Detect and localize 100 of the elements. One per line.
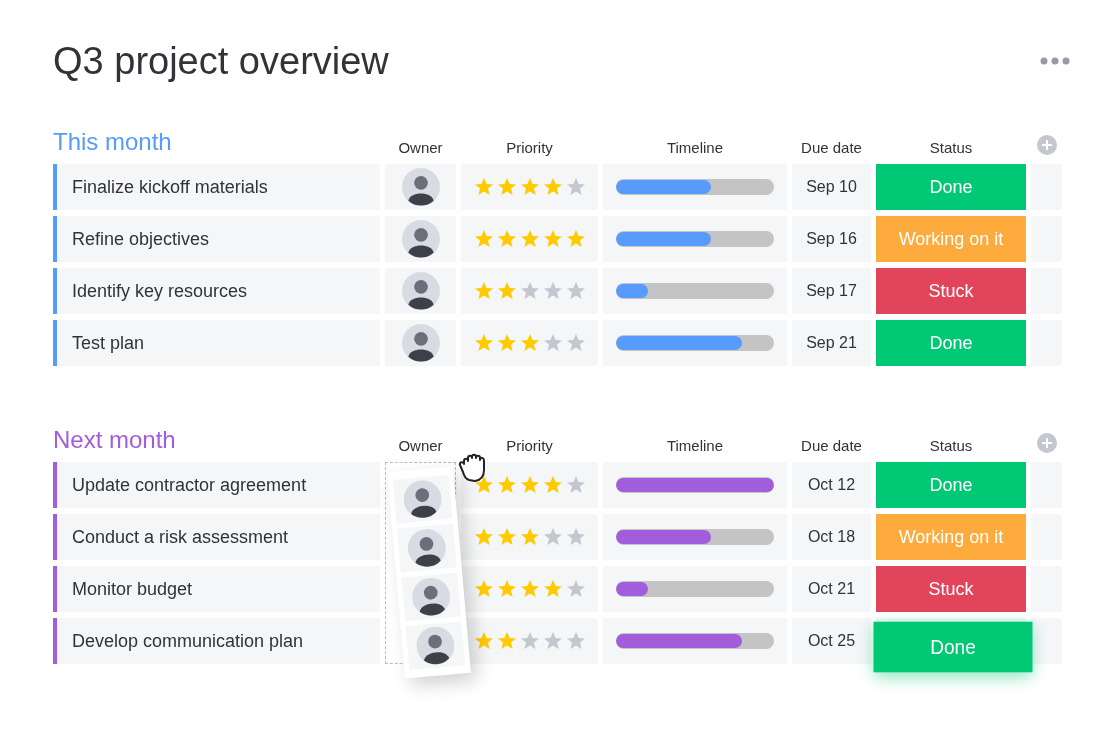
task-name[interactable]: Develop communication plan <box>53 618 380 664</box>
star-icon <box>496 579 517 599</box>
star-rating[interactable] <box>473 281 586 301</box>
task-name[interactable]: Identify key resources <box>53 268 380 314</box>
star-icon <box>496 631 517 651</box>
star-icon <box>565 281 586 301</box>
star-rating[interactable] <box>473 527 586 547</box>
star-icon <box>519 631 540 651</box>
status-label[interactable]: Stuck <box>876 268 1026 314</box>
star-icon <box>496 229 517 249</box>
avatar-icon <box>401 220 440 258</box>
column-header: Status <box>928 139 974 158</box>
due-date[interactable]: Sep 16 <box>792 216 871 262</box>
star-icon <box>519 229 540 249</box>
avatar-icon <box>401 168 440 206</box>
star-icon <box>519 281 540 301</box>
star-rating[interactable] <box>473 475 586 495</box>
owner-cell[interactable] <box>385 268 456 314</box>
owner-cell[interactable] <box>385 320 456 366</box>
star-icon <box>542 475 563 495</box>
column-header: Timeline <box>665 139 725 158</box>
due-date[interactable]: Oct 21 <box>792 566 871 612</box>
star-icon <box>496 333 517 353</box>
star-icon <box>473 579 494 599</box>
star-icon <box>565 475 586 495</box>
add-column-icon[interactable] <box>1036 135 1057 155</box>
column-header: Due date <box>800 139 863 158</box>
timeline-bar[interactable] <box>616 283 774 299</box>
star-icon <box>473 229 494 249</box>
avatar-icon <box>406 527 448 569</box>
star-icon <box>519 475 540 495</box>
due-date[interactable]: Sep 21 <box>792 320 871 366</box>
star-icon <box>565 527 586 547</box>
due-date[interactable]: Oct 12 <box>792 462 871 508</box>
star-rating[interactable] <box>473 631 586 651</box>
empty-cell[interactable] <box>1031 618 1062 664</box>
star-icon <box>542 177 563 197</box>
task-name[interactable]: Finalize kickoff materials <box>53 164 380 210</box>
group-title[interactable]: Next month <box>53 426 380 456</box>
star-rating[interactable] <box>473 229 586 249</box>
star-rating[interactable] <box>473 579 586 599</box>
due-date[interactable]: Oct 18 <box>792 514 871 560</box>
column-header: Priority <box>505 139 554 158</box>
timeline-bar[interactable] <box>616 179 774 195</box>
star-icon <box>542 527 563 547</box>
star-icon <box>542 333 563 353</box>
star-icon <box>473 631 494 651</box>
star-icon <box>565 177 586 197</box>
column-header: Owner <box>397 437 444 456</box>
task-name[interactable]: Monitor budget <box>53 566 380 612</box>
timeline-bar[interactable] <box>616 335 774 351</box>
avatar-icon <box>401 324 440 362</box>
timeline-bar[interactable] <box>616 231 774 247</box>
timeline-bar[interactable] <box>616 529 774 545</box>
star-icon <box>473 475 494 495</box>
star-icon <box>519 177 540 197</box>
timeline-bar[interactable] <box>616 633 774 649</box>
star-icon <box>496 475 517 495</box>
avatar-icon <box>401 272 440 310</box>
column-header: Status <box>928 437 974 456</box>
page-title: Q3 project overview <box>53 39 389 83</box>
star-rating[interactable] <box>473 333 586 353</box>
star-icon <box>473 333 494 353</box>
star-icon <box>519 579 540 599</box>
task-name[interactable]: Refine objectives <box>53 216 380 262</box>
star-rating[interactable] <box>473 177 586 197</box>
more-icon[interactable] <box>1040 57 1070 65</box>
timeline-bar[interactable] <box>616 581 774 597</box>
task-name[interactable]: Update contractor agreement <box>53 462 380 508</box>
star-icon <box>565 229 586 249</box>
star-icon <box>542 229 563 249</box>
avatar-icon <box>414 625 456 667</box>
column-header: Due date <box>800 437 863 456</box>
dragged-owner-column[interactable] <box>387 466 471 679</box>
star-icon <box>496 177 517 197</box>
task-name[interactable]: Test plan <box>53 320 380 366</box>
avatar-icon <box>402 478 444 520</box>
star-icon <box>496 527 517 547</box>
star-icon <box>542 281 563 301</box>
due-date[interactable]: Sep 10 <box>792 164 871 210</box>
star-icon <box>565 579 586 599</box>
column-header: Owner <box>397 139 444 158</box>
star-icon <box>496 281 517 301</box>
star-icon <box>519 333 540 353</box>
column-header: Priority <box>505 437 554 456</box>
owner-cell[interactable] <box>385 216 456 262</box>
star-icon <box>542 631 563 651</box>
due-date[interactable]: Sep 17 <box>792 268 871 314</box>
star-icon <box>473 527 494 547</box>
star-icon <box>565 631 586 651</box>
task-name[interactable]: Conduct a risk assessment <box>53 514 380 560</box>
star-icon <box>473 177 494 197</box>
status-label[interactable]: Stuck <box>876 566 1026 612</box>
add-column-icon[interactable] <box>1036 433 1057 453</box>
star-icon <box>565 333 586 353</box>
star-icon <box>473 281 494 301</box>
column-header: Timeline <box>665 437 725 456</box>
due-date[interactable]: Oct 25 <box>792 618 871 664</box>
avatar-icon <box>410 576 452 618</box>
owner-cell[interactable] <box>385 164 456 210</box>
